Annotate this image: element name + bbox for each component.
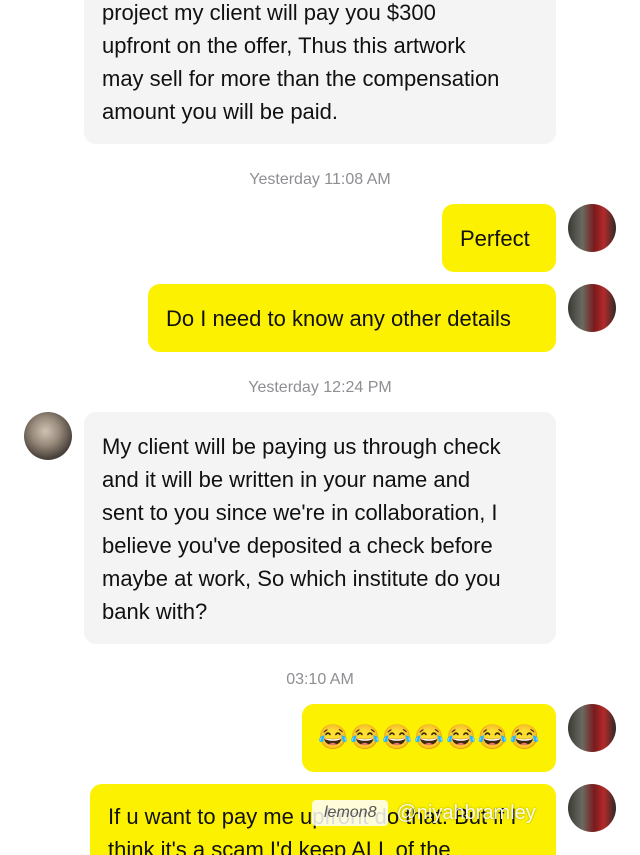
- my-avatar[interactable]: [568, 204, 616, 252]
- outgoing-message[interactable]: 😂 😂 😂 😂 😂 😂 😂: [302, 704, 556, 772]
- message-line: sent to you since we're in collaboration…: [102, 500, 498, 525]
- outgoing-message[interactable]: Do I need to know any other details: [148, 284, 556, 352]
- message-line: maybe at work, So which institute do you: [102, 566, 501, 591]
- message-line: My client will be paying us through chec…: [102, 434, 501, 459]
- incoming-message[interactable]: project my client will pay you $300 upfr…: [84, 0, 556, 144]
- laughing-emoji: 😂: [509, 724, 540, 751]
- watermark: lemon8 @niyahbramley: [312, 793, 612, 833]
- incoming-message[interactable]: My client will be paying us through chec…: [84, 412, 556, 644]
- message-line: and it will be written in your name and: [102, 467, 471, 492]
- message-line: may sell for more than the compensation: [102, 66, 500, 91]
- message-text: Perfect: [460, 225, 530, 251]
- emoji-row: 😂 😂 😂 😂 😂 😂 😂: [318, 723, 539, 753]
- laughing-emoji: 😂: [318, 724, 349, 751]
- timestamp: 03:10 AM: [286, 671, 354, 688]
- message-line: think it's a scam I'd keep ALL of the: [108, 837, 451, 855]
- outgoing-message[interactable]: Perfect: [442, 204, 556, 272]
- laughing-emoji: 😂: [477, 724, 508, 751]
- my-avatar[interactable]: [568, 284, 616, 332]
- message-line: bank with?: [102, 599, 208, 624]
- laughing-emoji: 😂: [445, 724, 476, 751]
- laughing-emoji: 😂: [382, 724, 413, 751]
- message-text: Do I need to know any other details: [166, 305, 511, 331]
- message-line: project my client will pay you $300: [102, 0, 436, 25]
- lemon8-logo: lemon8: [312, 800, 389, 826]
- message-line: amount you will be paid.: [102, 99, 339, 124]
- my-avatar[interactable]: [568, 704, 616, 752]
- laughing-emoji: 😂: [350, 724, 381, 751]
- message-line: upfront on the offer, Thus this artwork: [102, 33, 466, 58]
- chat-screen: project my client will pay you $300 upfr…: [0, 0, 640, 855]
- laughing-emoji: 😂: [414, 724, 444, 751]
- timestamp: Yesterday 12:24 PM: [248, 379, 392, 396]
- watermark-username: @niyahbramley: [396, 801, 536, 824]
- contact-avatar[interactable]: [24, 412, 72, 460]
- timestamp: Yesterday 11:08 AM: [249, 171, 391, 188]
- message-line: believe you've deposited a check before: [102, 533, 493, 558]
